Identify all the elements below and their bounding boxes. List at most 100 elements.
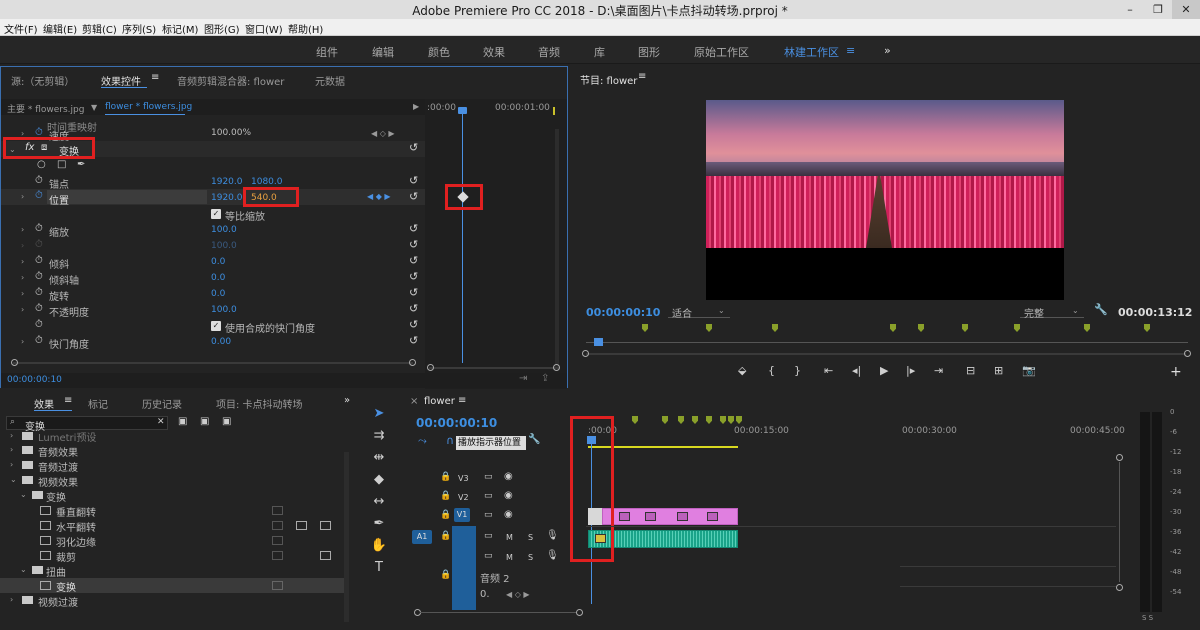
workspace-graphics[interactable]: 图形	[638, 44, 660, 60]
marker[interactable]	[678, 416, 684, 424]
keyframe-nav-icon[interactable]: ◀ ◇ ▶	[371, 129, 395, 138]
list-item[interactable]: 水平翻转	[0, 518, 344, 534]
list-item[interactable]: 裁剪	[0, 548, 344, 564]
scale-value[interactable]: 100.0	[211, 225, 237, 235]
sync-lock-icon[interactable]: ▭	[484, 510, 493, 520]
workspace-libraries[interactable]: 库	[594, 44, 605, 60]
marker[interactable]	[1084, 324, 1090, 332]
reset-icon[interactable]: ↺	[409, 254, 418, 267]
lock-icon[interactable]: 🔒	[440, 531, 451, 541]
menu-clip[interactable]: 剪辑(C)	[82, 21, 117, 36]
add-marker-icon[interactable]: ⬙	[738, 364, 746, 377]
stopwatch-icon[interactable]: ⏱	[35, 255, 43, 266]
list-item[interactable]: 变换	[0, 578, 344, 594]
stopwatch-icon[interactable]: ⏱	[35, 303, 43, 314]
sequence-tab[interactable]: flower	[424, 396, 455, 407]
tab-project[interactable]: 项目: 卡点抖动转场	[216, 396, 303, 411]
camera-icon[interactable]: 📷	[1022, 364, 1036, 377]
shutter-angle-value[interactable]: 0.00	[211, 337, 231, 347]
eye-icon[interactable]: ◉	[504, 490, 513, 501]
marker[interactable]	[692, 416, 698, 424]
tab-audio-mixer[interactable]: 音频剪辑混合器: flower	[177, 73, 284, 88]
expand-chevron-icon[interactable]: ›	[21, 273, 24, 282]
workspace-audio[interactable]: 音频	[538, 44, 560, 60]
menu-file[interactable]: 文件(F)	[4, 21, 38, 36]
reset-icon[interactable]: ↺	[409, 222, 418, 235]
marker[interactable]	[962, 324, 968, 332]
solo-buttons[interactable]: S S	[1142, 614, 1153, 622]
rotation-value[interactable]: 0.0	[211, 289, 225, 299]
program-menu-icon[interactable]: ≡	[638, 71, 646, 82]
marker[interactable]	[632, 416, 638, 424]
pen-mask-icon[interactable]: ✒	[77, 159, 85, 170]
list-item[interactable]: › 音频效果	[0, 443, 344, 459]
lock-icon[interactable]: 🔒	[440, 570, 451, 580]
skew-axis-value[interactable]: 0.0	[211, 273, 225, 283]
zoom-bar[interactable]	[580, 349, 1194, 359]
marker[interactable]	[890, 324, 896, 332]
menu-sequence[interactable]: 序列(S)	[122, 21, 156, 36]
track-target-v1[interactable]: V1	[454, 508, 470, 522]
anchor-x-value[interactable]: 1920.0	[211, 177, 243, 187]
ellipse-mask-icon[interactable]: ○	[37, 159, 46, 170]
snap-icon[interactable]: ∩	[446, 434, 454, 447]
tab-metadata[interactable]: 元数据	[315, 73, 345, 88]
expand-chevron-icon[interactable]: ›	[21, 305, 24, 314]
reset-icon[interactable]: ↺	[409, 270, 418, 283]
playhead-handle[interactable]	[594, 338, 603, 346]
add-button-icon[interactable]: +	[1170, 364, 1182, 380]
chevron-down-icon[interactable]: ▼	[91, 103, 97, 112]
type-tool-icon[interactable]: T	[368, 558, 390, 578]
opacity-value[interactable]: 100.0	[211, 305, 237, 315]
expand-chevron-icon[interactable]: ›	[21, 225, 24, 234]
list-item[interactable]: › Lumetri预设	[0, 430, 344, 444]
keyframe-nav-icon[interactable]: ◀ ◆ ▶	[367, 192, 391, 201]
list-item[interactable]: 垂直翻转	[0, 503, 344, 519]
marker[interactable]	[642, 324, 648, 332]
marker[interactable]	[662, 416, 668, 424]
program-timecode[interactable]: 00:00:00:10	[586, 306, 660, 319]
sync-lock-icon[interactable]: ▭	[484, 472, 493, 482]
yuv-effects-icon[interactable]: ▣	[222, 416, 231, 427]
step-forward-icon[interactable]: |▸	[906, 364, 915, 377]
marker[interactable]	[728, 416, 734, 424]
nest-icon[interactable]: ⤳	[418, 434, 427, 448]
close-sequence-icon[interactable]: ×	[410, 396, 418, 407]
playhead-handle[interactable]	[458, 107, 467, 114]
stopwatch-icon[interactable]: ⏱	[35, 319, 43, 330]
extract-icon[interactable]: ⊞	[994, 364, 1003, 377]
quality-dropdown[interactable]: 完整 ⌄	[1020, 304, 1084, 320]
list-item[interactable]: ⌄ 变换	[0, 488, 344, 504]
32bit-effects-icon[interactable]: ▣	[200, 416, 209, 427]
position-x-value[interactable]: 1920.0	[211, 193, 243, 203]
wrench-icon[interactable]: 🔧	[528, 434, 540, 445]
workspace-custom[interactable]: 林建工作区	[784, 44, 839, 60]
track-select-tool-icon[interactable]: ⇉	[368, 426, 390, 446]
menu-graphics[interactable]: 图形(G)	[204, 21, 240, 36]
mute-button[interactable]: M	[506, 533, 513, 542]
speed-value[interactable]: 100.00%	[211, 128, 251, 138]
solo-button[interactable]: S	[528, 533, 533, 542]
pen-tool-icon[interactable]: ✒	[368, 514, 390, 534]
reset-icon[interactable]: ↺	[409, 238, 418, 251]
stopwatch-icon[interactable]: ⏱	[35, 287, 43, 298]
go-to-in-icon[interactable]: ⇤	[824, 364, 833, 377]
timeline-vscroll[interactable]	[1114, 450, 1123, 600]
eye-icon[interactable]: ◉	[504, 509, 513, 520]
workspace-effects[interactable]: 效果	[483, 44, 505, 60]
effect-controls-timecode[interactable]: 00:00:00:10	[7, 375, 62, 385]
anchor-y-value[interactable]: 1080.0	[251, 177, 283, 187]
workspace-assembly[interactable]: 组件	[316, 44, 338, 60]
list-item[interactable]: 羽化边缘	[0, 533, 344, 549]
solo-button[interactable]: S	[528, 553, 533, 562]
workspace-color[interactable]: 颜色	[428, 44, 450, 60]
video-clip[interactable]	[602, 508, 738, 525]
stopwatch-icon[interactable]: ⏱	[35, 223, 43, 234]
tab-source[interactable]: 源:（无剪辑）	[11, 73, 74, 88]
minimize-button[interactable]: –	[1116, 0, 1144, 19]
sync-lock-icon[interactable]: ▭	[484, 531, 493, 541]
marker[interactable]	[918, 324, 924, 332]
lift-icon[interactable]: ⊟	[966, 364, 975, 377]
effects-scrollbar[interactable]	[344, 452, 349, 622]
tab-effect-controls[interactable]: 效果控件	[101, 73, 141, 88]
